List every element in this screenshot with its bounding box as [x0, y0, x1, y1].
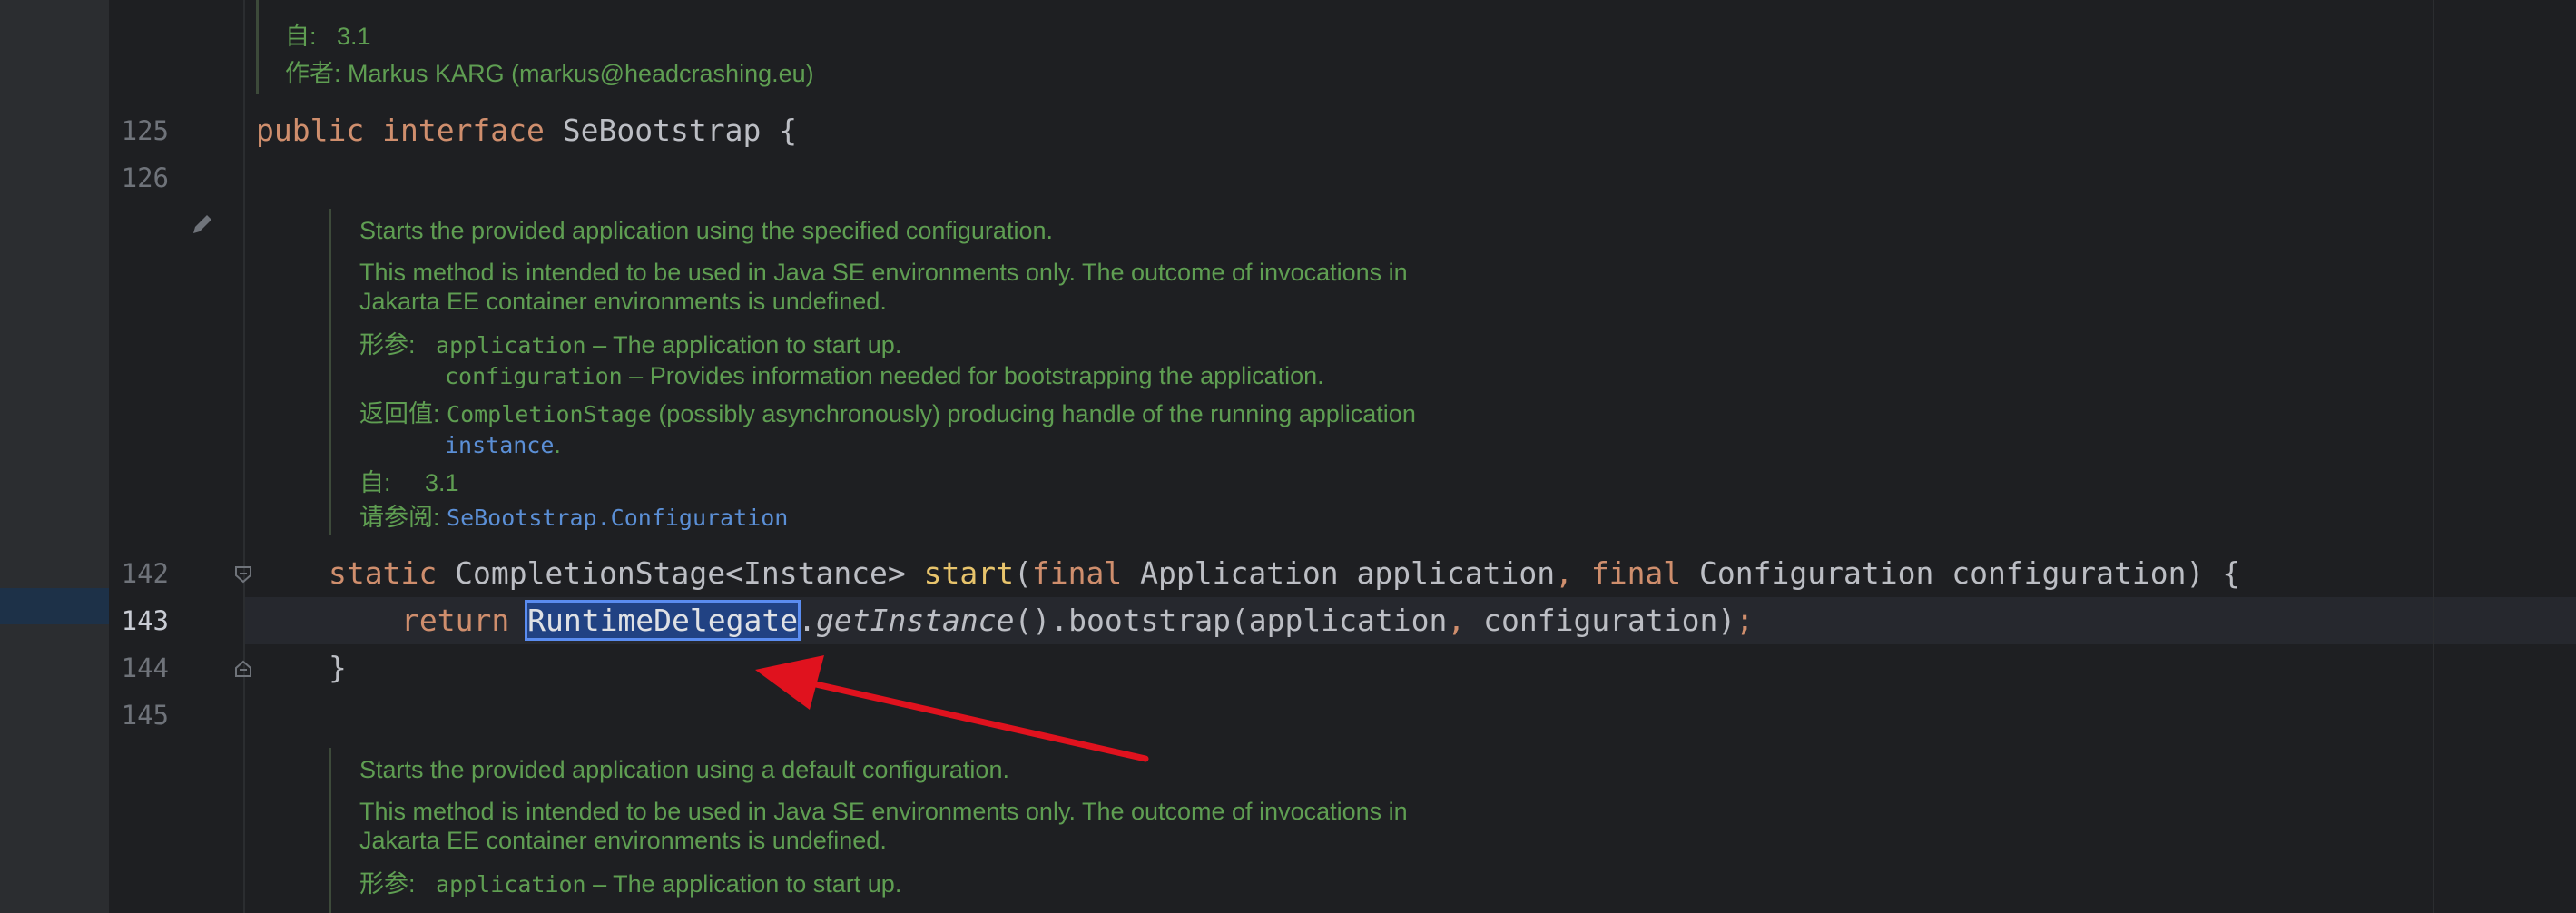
semicolon: ;: [1735, 603, 1755, 638]
doc-since-row: 自: 3.1: [285, 22, 371, 51]
open-brace: {: [779, 113, 798, 148]
doc-summary: Starts the provided application using th…: [359, 217, 1053, 244]
tool-window-strip: [0, 0, 109, 913]
doc-returns-link[interactable]: instance: [445, 432, 554, 458]
keyword-public: public: [256, 113, 365, 148]
line-number-125[interactable]: 125: [118, 107, 169, 154]
doc-description-line: Jakarta EE container environments is und…: [359, 288, 887, 315]
doc-since-label: 自:: [285, 23, 317, 50]
doc-see-row: 请参阅: SeBootstrap.Configuration: [359, 503, 788, 533]
dot: .: [798, 603, 816, 638]
doc-returns-desc: (possibly asynchronously) producing hand…: [651, 400, 1416, 427]
doc-since-value: 3.1: [425, 469, 459, 496]
doc-see-link[interactable]: SeBootstrap.Configuration: [447, 505, 788, 531]
selected-identifier[interactable]: RuntimeDelegate: [525, 600, 801, 641]
doc-comment-bar: [329, 748, 331, 913]
doc-returns-code: CompletionStage: [447, 401, 652, 427]
line-number-126[interactable]: 126: [118, 154, 169, 201]
interface-name[interactable]: SeBootstrap: [563, 113, 762, 148]
keyword-interface: interface: [382, 113, 545, 148]
doc-returns-row: 返回值: CompletionStage (possibly asynchron…: [359, 399, 1416, 429]
doc-params-label: 形参:: [359, 331, 416, 358]
doc-returns-end: .: [554, 431, 561, 458]
fold-open-icon[interactable]: [233, 564, 253, 584]
close-brace: }: [329, 650, 347, 685]
method-call-args[interactable]: configuration): [1483, 603, 1735, 638]
keyword-static: static: [329, 555, 438, 591]
doc-returns-cont: instance.: [445, 430, 561, 460]
comma: ,: [1447, 603, 1466, 638]
param-type[interactable]: Application: [1140, 555, 1339, 591]
param-name[interactable]: application: [1357, 555, 1556, 591]
doc-param-desc: – The application to start up.: [585, 870, 902, 898]
gutter-separator: [243, 0, 245, 913]
doc-comment-bar: [329, 209, 331, 535]
method-name[interactable]: start: [924, 555, 1014, 591]
line-number-144[interactable]: 144: [118, 644, 169, 692]
doc-returns-label: 返回值:: [359, 400, 440, 427]
doc-since-label: 自:: [359, 469, 391, 496]
paren-open: (: [1014, 555, 1032, 591]
doc-param-desc: – Provides information needed for bootst…: [622, 362, 1324, 389]
keyword-return: return: [401, 603, 510, 638]
doc-author-row: 作者: Markus KARG (markus@headcrashing.eu): [285, 59, 814, 88]
doc-see-label: 请参阅:: [359, 504, 440, 531]
pencil-icon[interactable]: [189, 211, 216, 238]
doc-description-line: Jakarta EE container environments is und…: [359, 827, 887, 854]
param-name[interactable]: configuration: [1952, 555, 2186, 591]
code-line-142[interactable]: static CompletionStage<Instance> start(f…: [329, 550, 2240, 597]
doc-params-row: 形参: application – The application to sta…: [359, 330, 901, 360]
code-line-125[interactable]: public interface SeBootstrap {: [256, 107, 797, 154]
doc-summary: Starts the provided application using a …: [359, 756, 1009, 783]
doc-param-row: configuration – Provides information nee…: [445, 361, 1324, 391]
doc-author-value: Markus KARG (markus@headcrashing.eu): [348, 60, 814, 87]
doc-param-name: configuration: [445, 363, 623, 389]
right-margin-guide: [2433, 0, 2434, 913]
doc-author-label: 作者:: [285, 60, 341, 87]
code-line-143[interactable]: return RuntimeDelegate.getInstance().boo…: [401, 597, 1754, 644]
method-call[interactable]: ().bootstrap(application: [1015, 603, 1448, 638]
doc-description-line: This method is intended to be used in Ja…: [359, 798, 1408, 825]
doc-description-line: This method is intended to be used in Ja…: [359, 259, 1408, 286]
static-method-call[interactable]: getInstance: [816, 603, 1015, 638]
doc-param-name: application: [436, 871, 586, 898]
fold-close-icon[interactable]: [233, 659, 253, 679]
doc-params-row: 形参: application – The application to sta…: [359, 869, 901, 899]
doc-since-value: 3.1: [337, 23, 371, 50]
doc-param-name: application: [436, 332, 586, 358]
doc-params-label: 形参:: [359, 870, 416, 898]
code-line-144[interactable]: }: [329, 644, 347, 692]
line-number-145[interactable]: 145: [118, 692, 169, 739]
signature-end: ) {: [2186, 555, 2241, 591]
keyword-final: final: [1590, 555, 1682, 591]
line-number-143[interactable]: 143: [118, 597, 169, 644]
keyword-final: final: [1031, 555, 1123, 591]
param-type[interactable]: Configuration: [1699, 555, 1933, 591]
doc-comment-bar: [256, 0, 259, 94]
line-number-142[interactable]: 142: [118, 550, 169, 597]
comma: ,: [1555, 555, 1573, 591]
doc-param-desc: – The application to start up.: [585, 331, 902, 358]
strip-current-line-marker: [0, 588, 109, 624]
doc-since-row: 自: 3.1: [359, 468, 459, 497]
return-type[interactable]: CompletionStage<Instance>: [455, 555, 906, 591]
